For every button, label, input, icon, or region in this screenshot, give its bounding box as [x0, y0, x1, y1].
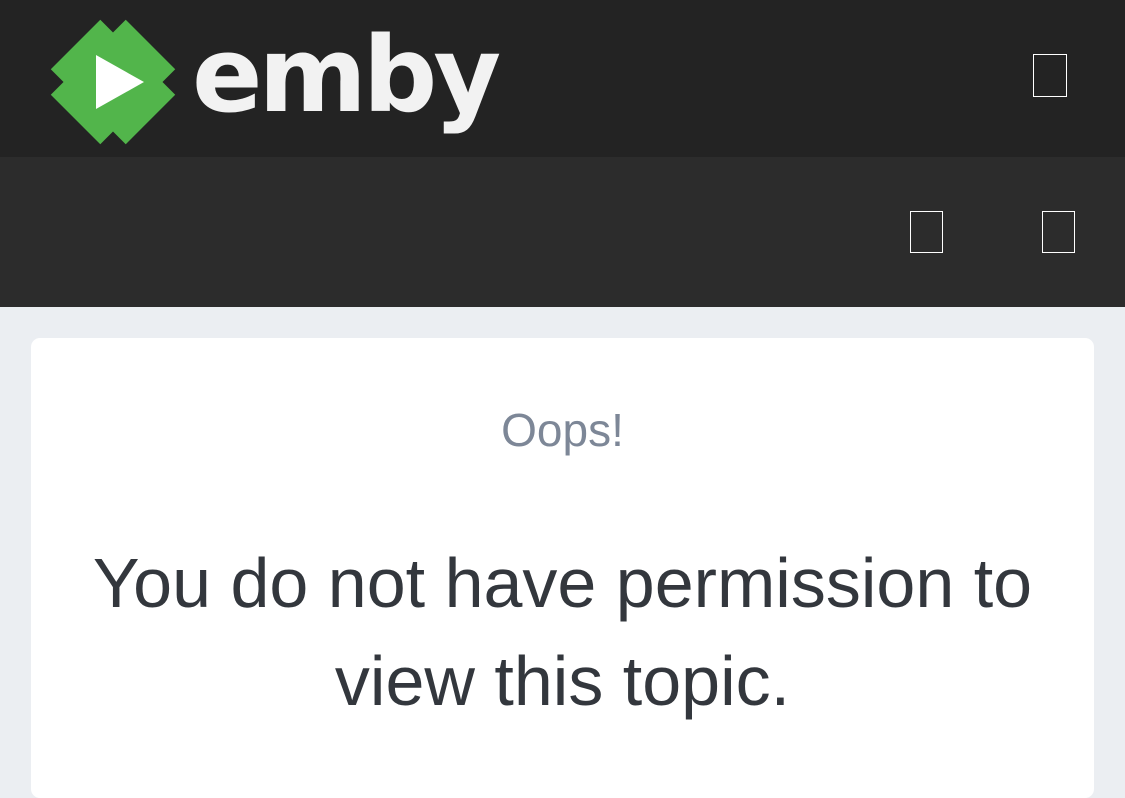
error-card: Oops! You do not have permission to view…: [31, 338, 1094, 798]
emby-logo[interactable]: emby: [44, 12, 501, 152]
error-message: You do not have permission to view this …: [92, 544, 1033, 720]
toolbar-button-2[interactable]: [1042, 211, 1075, 253]
error-title: Oops!: [501, 404, 624, 456]
site-header: emby: [0, 0, 1125, 157]
toolbar-button-1[interactable]: [910, 211, 943, 253]
emby-logo-icon: [50, 19, 176, 145]
menu-button[interactable]: [1033, 54, 1067, 97]
toolbar: [0, 157, 1125, 307]
logo-wordmark: emby: [192, 14, 501, 136]
